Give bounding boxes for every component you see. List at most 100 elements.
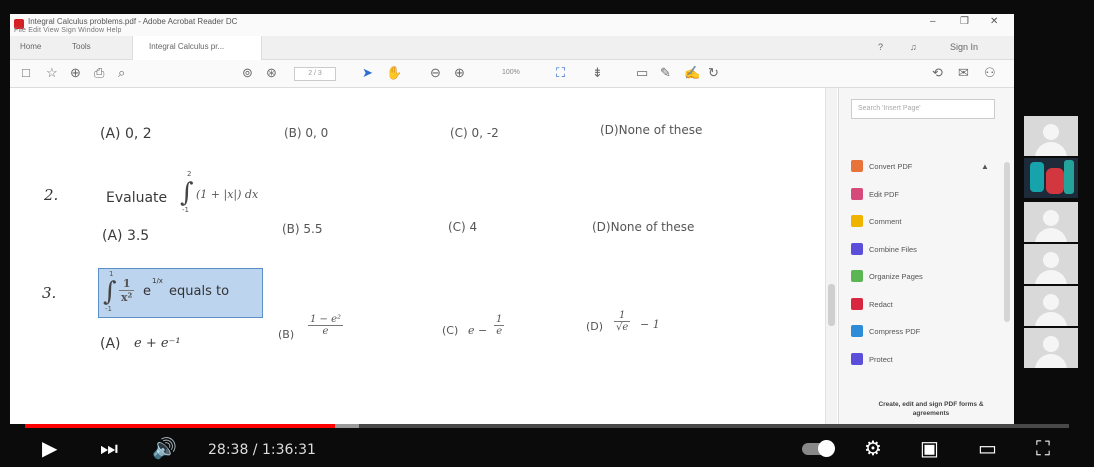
- sign-icon[interactable]: ✍: [684, 66, 700, 80]
- menu-bar[interactable]: File Edit View Sign Window Help: [14, 27, 122, 34]
- hand-icon[interactable]: ✋: [386, 66, 402, 80]
- q3-highlight-box[interactable]: ∫ 1 -1 1 x² e 1/x equals to: [98, 268, 263, 318]
- tool-item-protect[interactable]: Protect: [869, 355, 893, 364]
- q3-option-d-num: 1: [614, 310, 631, 322]
- q2-option-d: (D)None of these: [592, 220, 695, 234]
- participant-tile[interactable]: [1024, 116, 1078, 156]
- q1-option-d: (D)None of these: [600, 123, 703, 137]
- autoplay-knob: [818, 440, 835, 457]
- tool-item-redact[interactable]: Redact: [869, 300, 893, 309]
- tool-item-convert-pdf[interactable]: Convert PDF: [869, 162, 912, 171]
- q3-option-d-tail: − 1: [640, 318, 660, 331]
- select-cursor-icon[interactable]: ➤: [362, 66, 373, 80]
- q3-upper-limit: 1: [109, 270, 114, 278]
- participant-tile[interactable]: [1024, 202, 1078, 242]
- close-button[interactable]: ✕: [990, 16, 998, 27]
- zoom-in-icon[interactable]: ⊕: [454, 66, 465, 80]
- print-icon[interactable]: ⎙: [94, 66, 104, 80]
- shared-screen: Integral Calculus problems.pdf - Adobe A…: [10, 14, 1014, 424]
- participant-tile[interactable]: [1024, 244, 1078, 284]
- page-up-icon[interactable]: ⊚: [242, 66, 253, 80]
- promo-text: Create, edit and sign PDF forms & agreem…: [878, 401, 984, 417]
- q3-exp-sup: 1/x: [152, 277, 163, 285]
- q3-integral-sign: ∫: [103, 277, 117, 307]
- upload-icon[interactable]: ⊕: [70, 66, 81, 80]
- video-progress-bar[interactable]: [25, 424, 1069, 428]
- fullscreen-icon[interactable]: ⛶: [1036, 438, 1050, 460]
- q3-frac-num: 1: [119, 277, 135, 291]
- zoom-select[interactable]: 100%: [502, 67, 542, 81]
- video-thumbnail: [1030, 162, 1044, 192]
- chevron-up-icon[interactable]: ▲: [981, 162, 989, 171]
- autoplay-toggle[interactable]: [802, 440, 835, 457]
- q1-option-a: (A) 0, 2: [100, 126, 152, 142]
- q3-option-d-frac: 1 √e: [614, 310, 631, 333]
- page-number-input[interactable]: 2 / 3: [294, 67, 336, 81]
- q3-option-a-label: (A): [100, 336, 121, 352]
- settings-gear-icon[interactable]: ⚙: [864, 438, 882, 460]
- play-icon[interactable]: ▶: [42, 438, 57, 460]
- next-icon[interactable]: ⏭: [100, 438, 118, 460]
- q3-frac-den: x²: [121, 291, 133, 304]
- tab-bar: Home Tools Integral Calculus pr... ? ♫ S…: [10, 36, 1014, 60]
- participant-tile[interactable]: [1024, 328, 1078, 368]
- sign-in-link[interactable]: Sign In: [950, 42, 978, 52]
- tools-pane-scrollbar[interactable]: [1004, 162, 1010, 322]
- window-title: Integral Calculus problems.pdf - Adobe A…: [28, 17, 238, 26]
- pen-icon[interactable]: ✎: [660, 66, 671, 80]
- search-icon[interactable]: ⌕: [118, 66, 125, 80]
- convert-pdf-icon: [851, 160, 863, 172]
- q3-option-c-den: e: [496, 326, 503, 337]
- tab-document-label: Integral Calculus pr...: [149, 42, 225, 51]
- toolbar: □ ☆ ⊕ ⎙ ⌕ ⊚ ⊛ 2 / 3 ➤ ✋ ⊖ ⊕ 100% ⛶ ⇟ ▭ ✎…: [10, 60, 1014, 88]
- miniplayer-icon[interactable]: ▣: [920, 438, 939, 460]
- q2-lower-limit: -1: [182, 206, 189, 214]
- edit-pdf-icon: [851, 187, 863, 200]
- tools-search-input[interactable]: Search 'Insert Page': [851, 99, 995, 119]
- comment-icon[interactable]: ▭: [636, 66, 648, 80]
- tab-document[interactable]: Integral Calculus pr...: [132, 36, 262, 60]
- minimize-button[interactable]: –: [930, 16, 936, 27]
- tab-tools[interactable]: Tools: [72, 42, 91, 51]
- tool-item-edit-pdf[interactable]: Edit PDF: [869, 190, 899, 199]
- q3-option-b-frac: 1 − e² e: [308, 314, 344, 337]
- scrollbar-thumb[interactable]: [828, 284, 835, 326]
- help-icon[interactable]: ?: [878, 42, 883, 52]
- volume-icon[interactable]: 🔊: [152, 438, 177, 460]
- fit-page-icon[interactable]: ⛶: [556, 66, 565, 80]
- q2-option-b: (B) 5.5: [282, 222, 323, 236]
- scroll-mode-icon[interactable]: ⇟: [592, 66, 603, 80]
- q2-upper-limit: 2: [187, 170, 192, 178]
- bell-icon[interactable]: ♫: [910, 42, 917, 52]
- tool-item-comment[interactable]: Comment: [869, 217, 902, 226]
- zoom-out-icon[interactable]: ⊖: [430, 66, 441, 80]
- redact-icon: [851, 297, 863, 310]
- create-icon[interactable]: □: [22, 66, 30, 80]
- tool-item-combine-files[interactable]: Combine Files: [869, 245, 917, 254]
- star-icon[interactable]: ☆: [46, 66, 58, 80]
- q3-fraction: 1 x²: [119, 277, 135, 304]
- avatar-icon: [1043, 124, 1059, 140]
- participant-tile[interactable]: [1024, 286, 1078, 326]
- tab-home[interactable]: Home: [20, 42, 41, 51]
- add-user-icon[interactable]: ⚇: [984, 66, 996, 80]
- share-icon[interactable]: ⟲: [932, 66, 943, 80]
- q2-number: 2.: [44, 186, 59, 204]
- tool-item-organize-pages[interactable]: Organize Pages: [869, 272, 923, 281]
- document-scrollbar[interactable]: [825, 88, 837, 424]
- mail-icon[interactable]: ✉: [958, 66, 969, 80]
- avatar-icon: [1043, 210, 1059, 226]
- q3-option-d-den: √e: [616, 322, 629, 333]
- rotate-icon[interactable]: ↻: [708, 66, 719, 80]
- tool-item-compress-pdf[interactable]: Compress PDF: [869, 327, 920, 336]
- page-down-icon[interactable]: ⊛: [266, 66, 277, 80]
- maximize-button[interactable]: ❐: [960, 16, 969, 27]
- q3-number: 3.: [42, 284, 57, 302]
- participant-tile-video[interactable]: [1024, 158, 1078, 198]
- pdf-document[interactable]: (A) 0, 2 (B) 0, 0 (C) 0, -2 (D)None of t…: [10, 88, 825, 424]
- avatar-body: [1035, 142, 1067, 156]
- theater-mode-icon[interactable]: ▭: [978, 438, 997, 460]
- q3-option-c-num: 1: [494, 314, 505, 326]
- q3-option-c-expr: e −: [468, 324, 488, 337]
- q3-option-a-expr: e + e⁻¹: [134, 336, 181, 351]
